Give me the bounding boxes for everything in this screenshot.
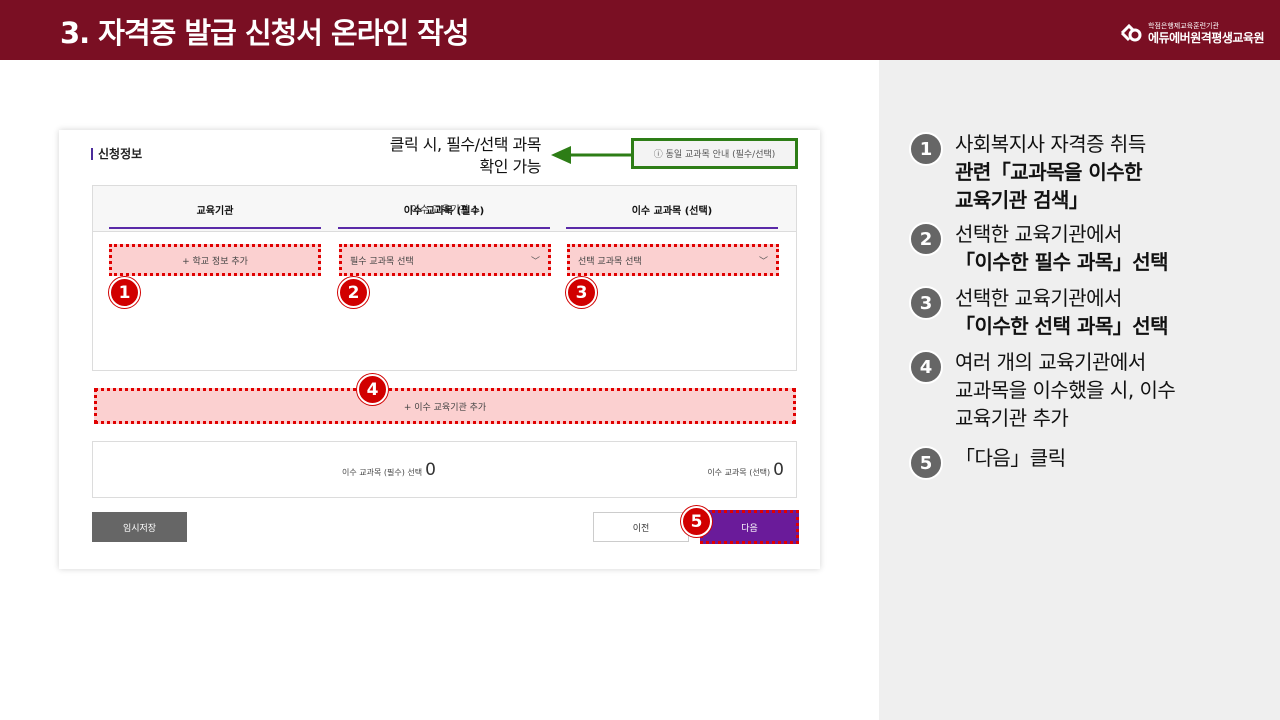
step-line: 관련「교과목을 이수한 [955, 160, 1143, 184]
step-line: 「이수한 선택 과목」선택 [955, 314, 1169, 338]
step-badge-1: 1 [109, 277, 140, 308]
prev-button[interactable]: 이전 [593, 512, 689, 542]
step-badge-5: 5 [681, 506, 712, 537]
logo-name: 에듀에버원격평생교육원 [1148, 30, 1264, 45]
step-number: 1 [909, 132, 943, 166]
selection-summary: 이수 교과목 (필수) 선택 0 이수 교과목 (선택) 0 [92, 441, 797, 498]
add-institution-button[interactable]: + 이수 교육기관 추가 [94, 388, 796, 424]
column-optional-subject: 이수 교과목 (선택) [566, 202, 778, 229]
chevron-down-icon: ﹀ [758, 256, 768, 267]
optional-selected-label: 이수 교과목 (선택) [707, 468, 771, 477]
column-underline [566, 227, 778, 229]
optional-selected-summary: 이수 교과목 (선택) 0 [707, 460, 784, 480]
column-underline [109, 227, 321, 229]
select-value: 필수 교과목 선택 [350, 256, 414, 267]
step-line: 여러 개의 교육기관에서 [955, 350, 1146, 374]
column-label: 이수 교과목 (선택) [631, 206, 713, 217]
step-badge-4: 4 [357, 374, 388, 405]
select-value: 선택 교과목 선택 [578, 256, 642, 267]
column-underline [338, 227, 550, 229]
step-badge-2: 2 [338, 277, 369, 308]
logo: 학점은행제교육훈련기관 에듀에버원격평생교육원 [1120, 22, 1264, 44]
instruction-step-5: 5 「다음」클릭 [909, 444, 1066, 480]
instruction-step-3: 3 선택한 교육기관에서 「이수한 선택 과목」선택 [909, 284, 1169, 340]
add-school-button[interactable]: + 학교 정보 추가 [109, 244, 321, 276]
column-institution: 교육기관 [109, 202, 321, 229]
required-selected-summary: 이수 교과목 (필수) 선택 0 [342, 460, 436, 480]
column-required-subject: 이수 교과목 (필수) [338, 202, 550, 229]
arrow-left-icon [551, 146, 631, 164]
step-number: 5 [909, 446, 943, 480]
application-form-card: 신청정보 클릭 시, 필수/선택 과목 확인 가능 ⓘ 동일 교과목 안내 (필… [59, 130, 820, 569]
instruction-step-1: 1 사회복지사 자격증 취득 관련「교과목을 이수한 교육기관 검색」 [909, 130, 1146, 214]
page-title: 3. 자격증 발급 신청서 온라인 작성 [60, 16, 470, 50]
callout-line-2: 확인 가능 [479, 157, 542, 176]
step-badge-3: 3 [566, 277, 597, 308]
step-line: 사회복지사 자격증 취득 [955, 132, 1146, 156]
optional-subject-select[interactable]: 선택 교과목 선택 ﹀ [567, 244, 779, 276]
section-title: 신청정보 [91, 148, 142, 160]
optional-selected-count: 0 [773, 460, 784, 480]
required-subject-select[interactable]: 필수 교과목 선택 ﹀ [339, 244, 551, 276]
same-subject-guide-button[interactable]: ⓘ 동일 교과목 안내 (필수/선택) [631, 138, 798, 169]
logo-subtitle: 학점은행제교육훈련기관 [1148, 21, 1219, 30]
step-number: 3 [909, 286, 943, 320]
header-bar: 3. 자격증 발급 신청서 온라인 작성 학점은행제교육훈련기관 에듀에버원격평… [0, 0, 1280, 60]
chevron-down-icon: ﹀ [530, 256, 540, 267]
step-line: 선택한 교육기관에서 [955, 222, 1122, 246]
step-line: 교육기관 추가 [955, 406, 1069, 430]
step-number: 4 [909, 350, 943, 384]
required-selected-label: 이수 교과목 (필수) 선택 [342, 468, 423, 477]
step-line: 선택한 교육기관에서 [955, 286, 1122, 310]
instruction-step-4: 4 여러 개의 교육기관에서 교과목을 이수했을 시, 이수 교육기관 추가 [909, 348, 1176, 432]
step-line: 교육기관 검색」 [955, 188, 1089, 212]
step-line: 교과목을 이수했을 시, 이수 [955, 378, 1176, 402]
step-line: 「다음」클릭 [955, 446, 1066, 470]
next-button[interactable]: 다음 [700, 510, 799, 544]
required-selected-count: 0 [425, 460, 436, 480]
instruction-panel: 1 사회복지사 자격증 취득 관련「교과목을 이수한 교육기관 검색」 2 선택… [879, 60, 1280, 720]
step-number: 2 [909, 222, 943, 256]
temp-save-button[interactable]: 임시저장 [92, 512, 187, 542]
callout-text: 클릭 시, 필수/선택 과목 확인 가능 [359, 134, 542, 178]
column-label: 교육기관 [196, 206, 234, 217]
instruction-step-2: 2 선택한 교육기관에서 「이수한 필수 과목」선택 [909, 220, 1169, 276]
step-line: 「이수한 필수 과목」선택 [955, 250, 1169, 274]
callout-line-1: 클릭 시, 필수/선택 과목 [389, 135, 542, 154]
column-label: 이수 교과목 (필수) [403, 206, 485, 217]
logo-icon [1120, 23, 1142, 42]
